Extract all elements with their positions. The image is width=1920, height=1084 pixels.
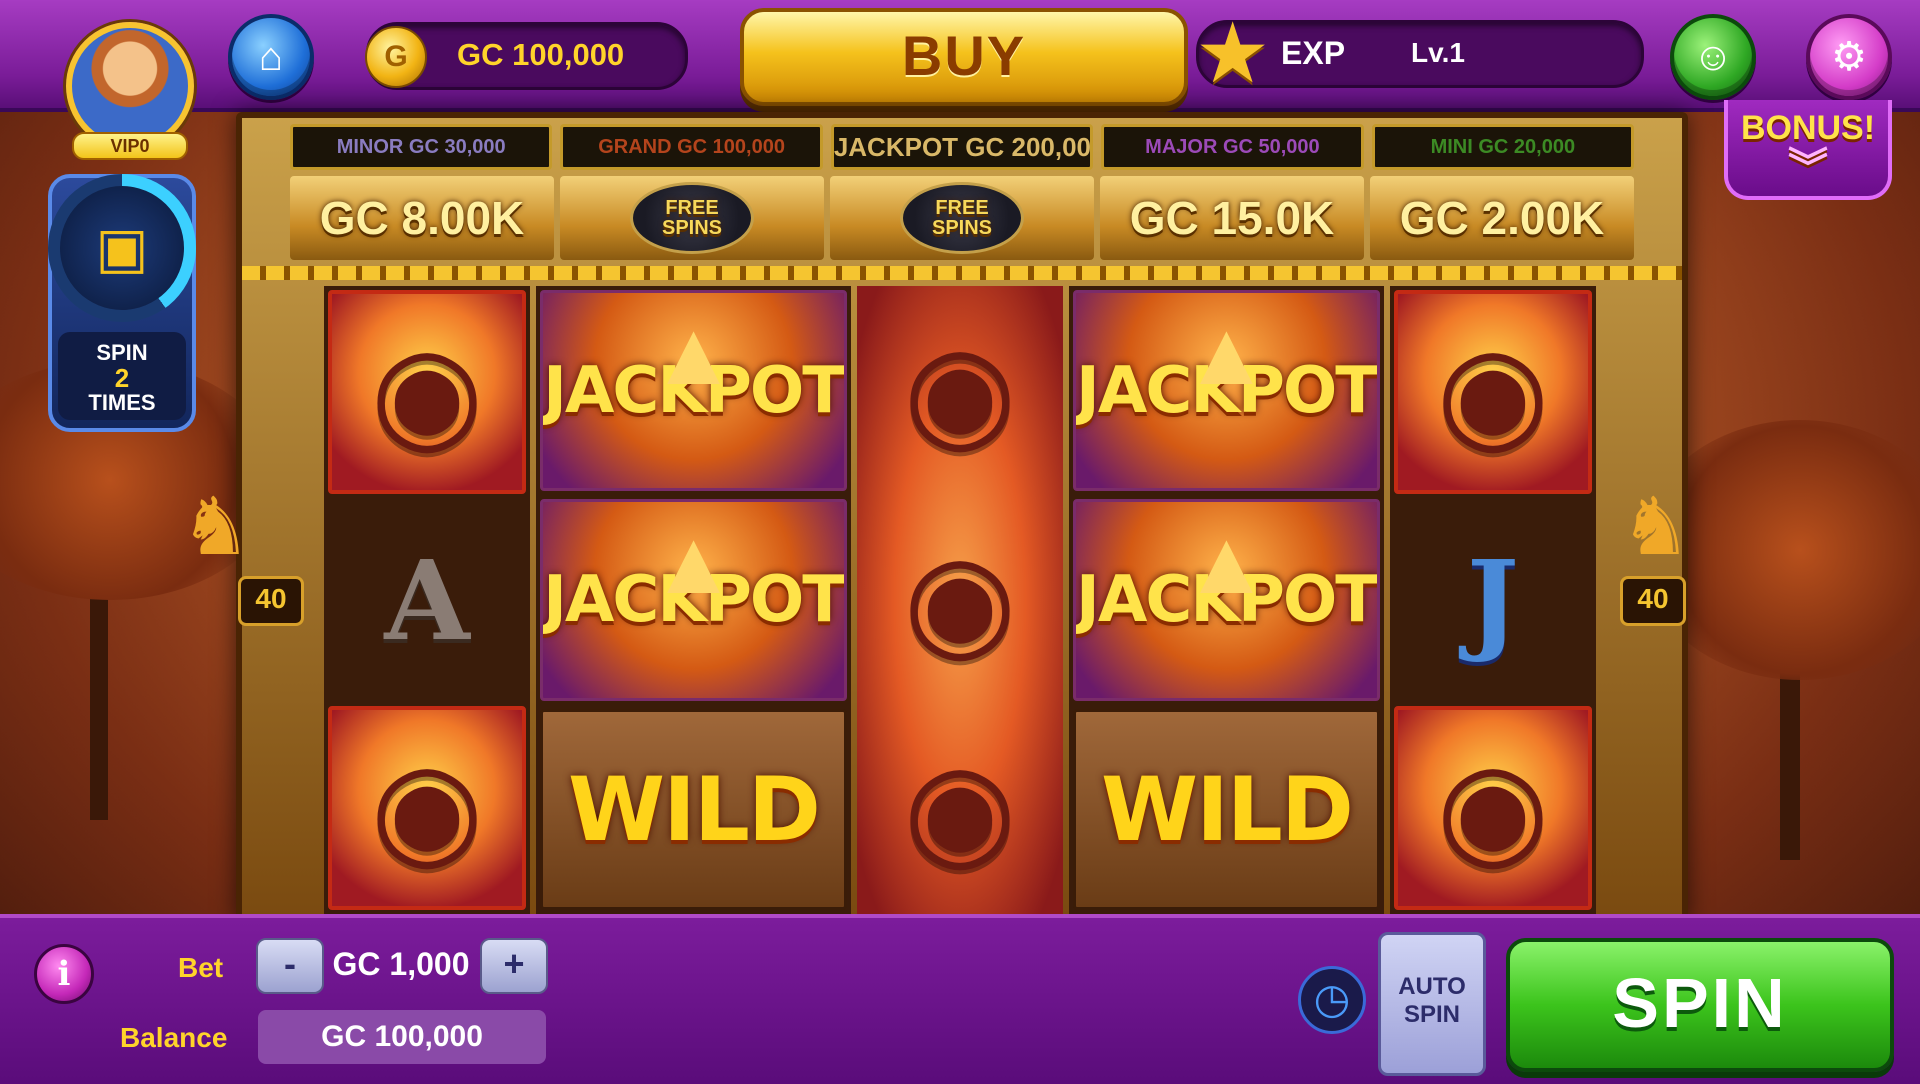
paylines-badge-left: 40 xyxy=(238,576,304,626)
auto-spin-button[interactable]: AUTO SPIN xyxy=(1378,932,1486,1076)
elephant-symbol: ◉ xyxy=(861,709,1059,910)
free-spins-badge: FREE SPINS xyxy=(630,182,754,254)
settings-button[interactable]: ⚙ xyxy=(1806,14,1892,100)
jackpot-row: MINOR GC 30,000 GRAND GC 100,000 JACKPOT… xyxy=(290,124,1635,170)
spin-button[interactable]: SPIN xyxy=(1506,938,1894,1072)
support-button[interactable]: ☺ xyxy=(1670,14,1756,100)
star-icon: ★ xyxy=(1195,6,1271,100)
tent-icon: ▲ xyxy=(648,513,739,614)
level-label: Lv.1 xyxy=(1411,37,1465,68)
jackpot-mini: MINI GC 20,000 xyxy=(1371,124,1635,170)
letter-j-symbol: J xyxy=(1466,535,1519,665)
auto-spin-line-2: SPIN xyxy=(1403,1001,1460,1028)
elephant-icon: ◉ xyxy=(903,736,1017,883)
clock-icon: ◷ xyxy=(1313,975,1351,1022)
spin-quest-widget[interactable]: ▣ SPIN 2 TIMES xyxy=(48,174,196,432)
quest-count: 2 xyxy=(114,363,130,393)
reel-4: ▲ JACKPOT ▲ JACKPOT WILD xyxy=(1069,286,1384,914)
treasure-chest-icon: ▣ xyxy=(60,186,184,310)
jackpot-minor: MINOR GC 30,000 xyxy=(290,124,553,170)
elephant-symbol: ◉ xyxy=(328,706,527,910)
chevron-down-icon: ︾ xyxy=(1788,146,1828,190)
letter-a-symbol: A xyxy=(384,535,470,665)
decorative-rail xyxy=(242,266,1682,280)
paylines-badge-right: 40 xyxy=(1620,576,1686,626)
reel-1-value: GC 8.00K xyxy=(290,176,554,260)
elephant-symbol: ◉ xyxy=(1393,290,1592,494)
elephant-symbol: ◉ xyxy=(328,290,527,494)
elephant-head-right-icon: ♞ xyxy=(1620,482,1692,571)
tent-icon: ▲ xyxy=(1181,513,1271,614)
quest-text: SPIN 2 TIMES xyxy=(58,332,186,420)
reel-2: ▲ JACKPOT ▲ JACKPOT WILD xyxy=(536,286,851,914)
reel-5-value: GC 2.00K xyxy=(1370,176,1634,260)
free-spins-badge: FREE SPINS xyxy=(900,182,1024,254)
home-icon: ⌂ xyxy=(258,34,284,79)
home-button[interactable]: ⌂ xyxy=(228,14,314,100)
elephant-head-left-icon: ♞ xyxy=(180,482,252,571)
turbo-clock-button[interactable]: ◷ xyxy=(1298,966,1366,1034)
jackpot-symbol: ▲ JACKPOT xyxy=(1073,499,1380,701)
jackpot-major: MAJOR GC 50,000 xyxy=(1101,124,1364,170)
reel-1: ◉ A ◉ xyxy=(324,286,531,914)
reel-4-value: GC 15.0K xyxy=(1100,176,1364,260)
exp-level-bar: ★ EXP Lv.1 xyxy=(1195,11,1644,95)
elephant-icon: ◉ xyxy=(1436,735,1550,881)
slot-cabinet: MINOR GC 30,000 GRAND GC 100,000 JACKPOT… xyxy=(236,112,1688,924)
jackpot-symbol: ▲ JACKPOT xyxy=(540,499,847,701)
reel-grid: ◉ A ◉ ▲ JACKPOT ▲ JACKPOT WILD ◉ ◉ ◉ ▲ JACK… xyxy=(324,286,1596,914)
quest-progress-ring: ▣ xyxy=(48,174,196,322)
bonus-label: BONUS! xyxy=(1740,109,1876,147)
gear-icon: ⚙ xyxy=(1831,35,1867,79)
elephant-icon: ◉ xyxy=(1436,319,1550,465)
bet-increase-button[interactable]: + xyxy=(480,938,548,994)
reel-value-row: GC 8.00K FREE SPINS FREE SPINS GC 15.0K … xyxy=(290,176,1634,260)
bet-label: Bet xyxy=(178,952,224,983)
jackpot-symbol: ▲ JACKPOT xyxy=(1073,290,1380,492)
elephant-icon: ◉ xyxy=(903,526,1017,673)
reel-3-value: FREE SPINS xyxy=(830,176,1094,260)
balance-value: GC 100,000 xyxy=(258,1010,546,1064)
elephant-icon: ◉ xyxy=(903,317,1017,464)
reel-3: ◉ ◉ ◉ xyxy=(856,286,1064,914)
buy-button[interactable]: BUY xyxy=(740,8,1188,106)
bottom-bar: i Bet - GC 1,000 + Balance GC 100,000 ◷ … xyxy=(0,914,1920,1084)
bet-value: GC 1,000 xyxy=(332,946,470,982)
auto-spin-line-1: AUTO xyxy=(1398,973,1466,1000)
bet-decrease-button[interactable]: - xyxy=(256,938,324,994)
wild-symbol: WILD xyxy=(540,708,847,910)
exp-label: EXP xyxy=(1281,35,1346,71)
elephant-icon: ◉ xyxy=(370,735,484,881)
elephant-symbol: ◉ xyxy=(861,290,1059,491)
balance-label: Balance xyxy=(120,1022,228,1053)
vip-level-badge: VIP0 xyxy=(72,132,188,160)
player-avatar[interactable] xyxy=(66,22,194,150)
jackpot-symbol: ▲ JACKPOT xyxy=(540,290,847,492)
quest-line-2: TIMES xyxy=(88,390,156,415)
elephant-icon: ◉ xyxy=(370,319,484,465)
wild-symbol: WILD xyxy=(1073,708,1380,910)
chat-icon: ☺ xyxy=(1692,34,1734,79)
elephant-symbol: ◉ xyxy=(861,499,1059,700)
tent-icon: ▲ xyxy=(1181,304,1271,404)
bonus-button[interactable]: BONUS! ︾ xyxy=(1724,100,1892,200)
jackpot-grand: GRAND GC 100,000 xyxy=(560,124,823,170)
elephant-symbol: ◉ xyxy=(1393,706,1592,910)
coin-balance-display: G GC 100,000 xyxy=(365,22,688,90)
reel-2-value: FREE SPINS xyxy=(560,176,824,260)
coin-icon: G xyxy=(365,26,427,88)
tent-icon: ▲ xyxy=(648,304,739,404)
coin-balance-text: GC 100,000 xyxy=(457,37,625,72)
info-button[interactable]: i xyxy=(34,944,94,1004)
jackpot-main: JACKPOT GC 200,000 xyxy=(830,124,1094,170)
reel-5: ◉ J ◉ xyxy=(1389,286,1596,914)
